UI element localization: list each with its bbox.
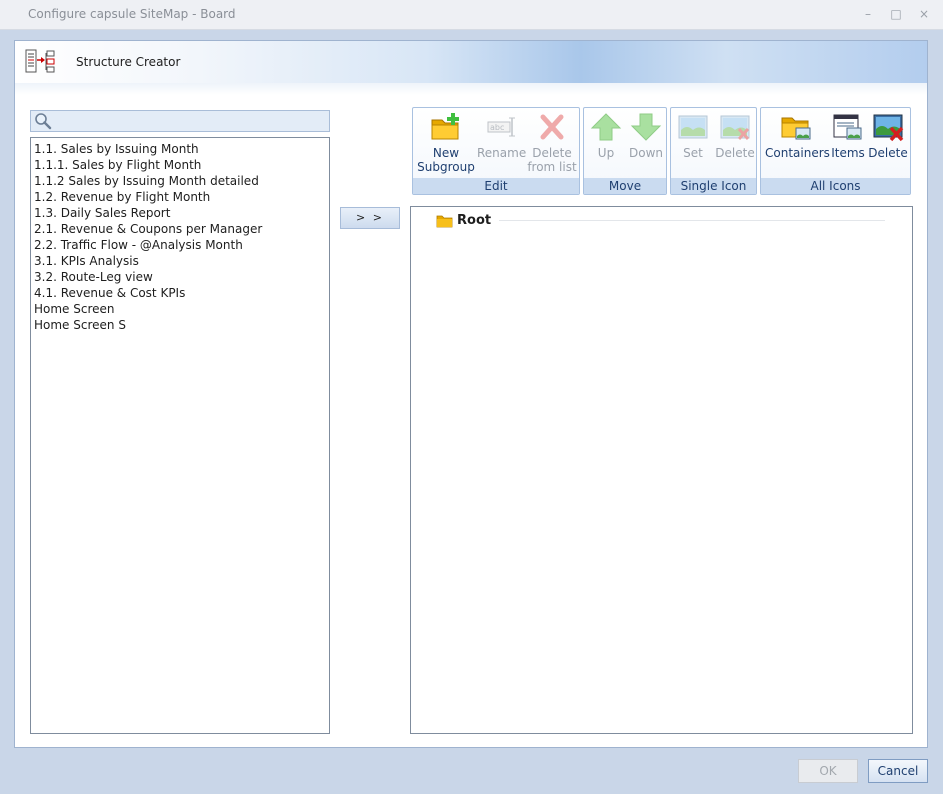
list-item[interactable]: 3.1. KPIs Analysis	[34, 253, 326, 269]
rename-icon: abc	[487, 117, 515, 137]
search-box[interactable]	[30, 110, 330, 132]
folder-icon	[436, 215, 453, 227]
window-controls: – □ ×	[857, 4, 935, 24]
tree-node-root[interactable]: Root	[436, 213, 491, 228]
ribbon-group-label-edit: Edit	[413, 178, 579, 194]
structure-tree[interactable]: Root	[410, 206, 913, 734]
svg-text:abc: abc	[490, 123, 504, 132]
ribbon-group-all-icons: Containers Items Delete All Icons	[760, 107, 911, 195]
dialog-client: Structure Creator 1.1. Sales by Issuing …	[14, 40, 928, 748]
set-icon-button[interactable]: Set	[673, 112, 713, 160]
list-item[interactable]: 1.1.1. Sales by Flight Month	[34, 157, 326, 173]
tree-guide-line	[499, 220, 885, 221]
list-item[interactable]: 1.2. Revenue by Flight Month	[34, 189, 326, 205]
window-body: Structure Creator 1.1. Sales by Issuing …	[0, 30, 943, 794]
move-down-button[interactable]: Down	[626, 112, 666, 160]
list-item[interactable]: Home Screen S	[34, 317, 326, 333]
list-item[interactable]: 3.2. Route-Leg view	[34, 269, 326, 285]
ok-button[interactable]: OK	[798, 759, 858, 783]
window-image-icon	[833, 114, 862, 140]
delete-from-list-button[interactable]: Delete from list	[527, 112, 577, 174]
list-item[interactable]: 2.2. Traffic Flow - @Analysis Month	[34, 237, 326, 253]
tree-node-label: Root	[457, 213, 492, 228]
folder-image-icon	[781, 117, 811, 140]
move-up-button[interactable]: Up	[586, 112, 626, 160]
arrow-up-icon	[590, 113, 622, 141]
delete-icon-button[interactable]: Delete	[713, 112, 757, 160]
rename-button[interactable]: abc Rename	[477, 112, 526, 160]
available-items-list[interactable]: 1.1. Sales by Issuing Month 1.1.1. Sales …	[30, 137, 330, 734]
title-bar: Configure capsule SiteMap - Board – □ ×	[0, 0, 943, 30]
structure-creator-logo-icon	[25, 49, 55, 73]
delete-all-icons-button[interactable]: Delete	[867, 112, 909, 160]
image-delete-icon	[720, 115, 750, 141]
containers-icon-button[interactable]: Containers	[765, 112, 830, 160]
ribbon-group-label-all-icons: All Icons	[761, 178, 910, 194]
items-icon-button[interactable]: Items	[829, 112, 867, 160]
ribbon-group-move: Up Down Move	[583, 107, 667, 195]
header-title: Structure Creator	[76, 55, 181, 69]
maximize-button[interactable]: □	[885, 4, 907, 24]
list-item[interactable]: 2.1. Revenue & Coupons per Manager	[34, 221, 326, 237]
image-delete-red-icon	[873, 114, 904, 142]
list-item[interactable]: 1.1.2 Sales by Issuing Month detailed	[34, 173, 326, 189]
list-item[interactable]: 1.3. Daily Sales Report	[34, 205, 326, 221]
search-input[interactable]	[55, 112, 325, 130]
image-icon	[678, 115, 708, 139]
arrow-down-icon	[630, 113, 662, 141]
ribbon-group-label-single-icon: Single Icon	[671, 178, 756, 194]
window-title: Configure capsule SiteMap - Board	[28, 7, 236, 21]
close-button[interactable]: ×	[913, 4, 935, 24]
minimize-button[interactable]: –	[857, 4, 879, 24]
ribbon-group-single-icon: Set Delete Single Icon	[670, 107, 757, 195]
header-banner: Structure Creator	[15, 41, 927, 83]
list-item[interactable]: 4.1. Revenue & Cost KPIs	[34, 285, 326, 301]
add-to-tree-button[interactable]: > >	[340, 207, 400, 229]
list-item[interactable]: Home Screen	[34, 301, 326, 317]
cancel-button[interactable]: Cancel	[868, 759, 928, 783]
new-folder-icon	[431, 113, 459, 140]
delete-x-icon	[540, 114, 564, 140]
search-icon	[35, 113, 52, 130]
ribbon-group-label-move: Move	[584, 178, 666, 194]
ribbon-group-edit: New Subgroup abc Rename Delete from list…	[412, 107, 580, 195]
list-item[interactable]: 1.1. Sales by Issuing Month	[34, 141, 326, 157]
new-subgroup-button[interactable]: New Subgroup	[417, 112, 475, 174]
